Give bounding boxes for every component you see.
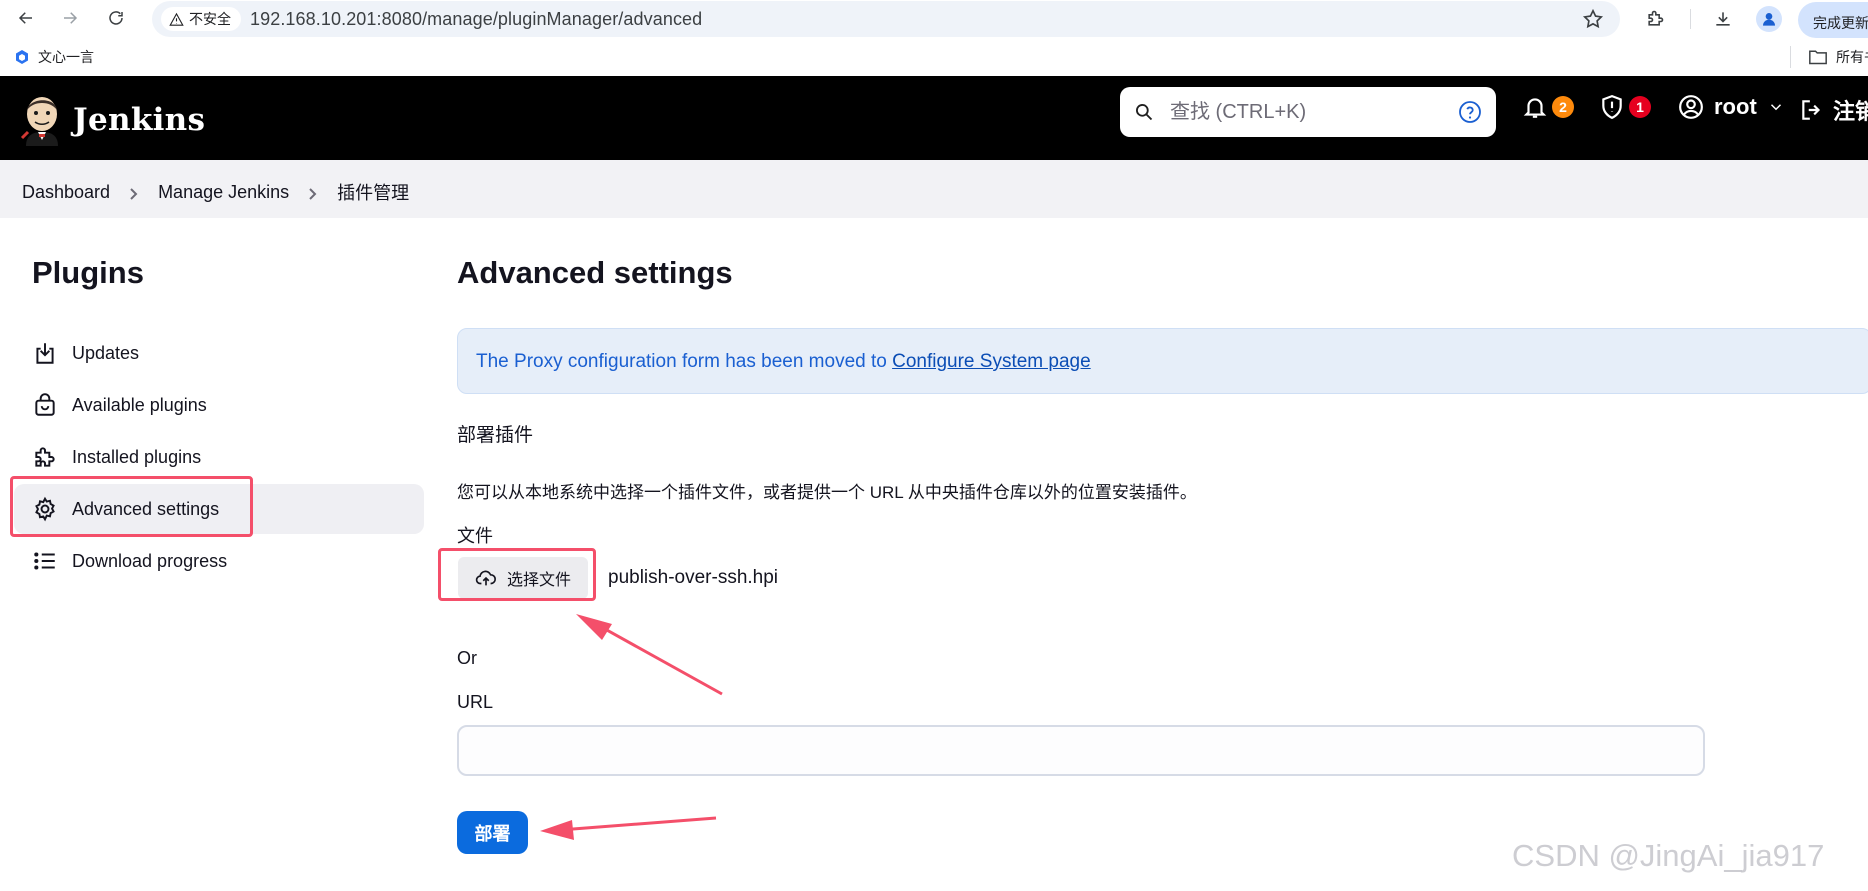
breadcrumb: Dashboard Manage Jenkins 插件管理 xyxy=(0,160,1868,218)
url-text[interactable]: 192.168.10.201:8080/manage/pluginManager… xyxy=(250,9,702,30)
forward-button[interactable] xyxy=(56,4,84,32)
sidebar-item-available-plugins[interactable]: Available plugins xyxy=(14,380,424,430)
bell-icon xyxy=(1523,98,1547,118)
sidebar-item-label: Available plugins xyxy=(72,394,207,415)
sidebar-item-label: Download progress xyxy=(72,550,228,571)
all-bookmarks-button[interactable]: 所有书签 xyxy=(1808,47,1868,67)
jenkins-butler-icon xyxy=(20,97,58,146)
address-bar[interactable]: 不安全 192.168.10.201:8080/manage/pluginMan… xyxy=(152,1,1620,37)
chevron-right-icon xyxy=(305,185,319,200)
url-input[interactable] xyxy=(457,725,1705,776)
help-icon xyxy=(1459,101,1481,123)
bookmark-star-button[interactable] xyxy=(1582,8,1604,30)
shield-alert-icon xyxy=(1602,95,1622,120)
watermark: CSDN @JingAi_jia917 xyxy=(1512,838,1825,873)
arrow-right-icon xyxy=(64,12,78,24)
notifications-badge: 2 xyxy=(1552,96,1574,118)
security-monitor-button[interactable]: 1 xyxy=(1599,94,1651,120)
puzzle-icon xyxy=(1648,10,1664,26)
cube-logo-icon xyxy=(16,50,28,64)
user-name: root xyxy=(1714,94,1757,119)
warning-icon xyxy=(169,12,184,26)
url-label: URL xyxy=(457,692,494,712)
file-label: 文件 xyxy=(457,526,493,546)
all-bookmarks-label: 所有书签 xyxy=(1836,49,1868,65)
logout-icon xyxy=(1802,100,1821,120)
update-button[interactable]: 完成更新 xyxy=(1798,2,1868,38)
reload-button[interactable] xyxy=(102,4,130,32)
back-button[interactable] xyxy=(12,4,40,32)
star-icon xyxy=(1582,8,1604,29)
security-label: 不安全 xyxy=(189,11,231,27)
extensions-button[interactable] xyxy=(1642,6,1668,32)
logout-label: 注销 xyxy=(1833,99,1868,124)
deploy-button[interactable]: 部署 xyxy=(457,811,528,854)
shopping-bag-icon xyxy=(32,392,58,418)
jenkins-logo[interactable] xyxy=(20,94,64,146)
chevron-down-icon xyxy=(1770,104,1781,111)
list-icon xyxy=(32,548,58,574)
bookmark-item[interactable]: 文心一言 xyxy=(14,47,94,67)
breadcrumb-manage-jenkins[interactable]: Manage Jenkins xyxy=(158,182,289,203)
sidebar-title: Plugins xyxy=(32,255,144,290)
download-icon xyxy=(32,340,58,366)
annotation-arrow-file xyxy=(576,614,723,696)
sidebar-item-installed-plugins[interactable]: Installed plugins xyxy=(14,432,424,482)
security-badge: 1 xyxy=(1629,96,1651,118)
bookmark-label: 文心一言 xyxy=(38,49,94,65)
search-input[interactable] xyxy=(1170,96,1440,128)
chevron-right-icon xyxy=(126,185,140,200)
search-box[interactable] xyxy=(1120,87,1496,137)
person-icon xyxy=(1763,13,1775,26)
arrow-left-icon xyxy=(18,12,32,24)
security-chip[interactable]: 不安全 xyxy=(161,7,241,31)
help-button[interactable] xyxy=(1458,100,1482,124)
bookmarks-divider xyxy=(1790,46,1791,68)
section-title: 部署插件 xyxy=(457,425,534,446)
annotation-arrow-deploy xyxy=(540,816,717,840)
breadcrumb-plugin-manager[interactable]: 插件管理 xyxy=(337,179,409,205)
notifications-button[interactable]: 2 xyxy=(1522,94,1574,120)
sidebar-item-label: Installed plugins xyxy=(72,446,202,467)
reload-icon xyxy=(109,11,123,25)
configure-system-link[interactable]: Configure System page xyxy=(892,351,1091,372)
bookmarks-bar: 文心一言 所有书签 xyxy=(0,38,1868,76)
jenkins-header: Jenkins 2 1 root 注销 xyxy=(0,76,1868,160)
jenkins-brand[interactable]: Jenkins xyxy=(73,102,205,138)
puzzle-icon xyxy=(32,444,58,470)
annotation-highlight-sidebar xyxy=(10,476,253,537)
logout-button[interactable]: 注销 xyxy=(1799,94,1868,126)
toolbar-divider xyxy=(1690,9,1691,29)
notice-text: The Proxy configuration form has been mo… xyxy=(476,351,893,372)
annotation-highlight-file xyxy=(438,548,596,601)
breadcrumb-dashboard[interactable]: Dashboard xyxy=(22,182,110,203)
search-icon xyxy=(1134,102,1154,122)
profile-button[interactable] xyxy=(1756,6,1782,32)
user-circle-icon xyxy=(1679,95,1703,119)
downloads-button[interactable] xyxy=(1710,6,1736,32)
download-icon xyxy=(1716,12,1730,26)
sidebar-item-download-progress[interactable]: Download progress xyxy=(14,536,424,586)
or-label: Or xyxy=(457,648,477,668)
browser-toolbar: 不安全 192.168.10.201:8080/manage/pluginMan… xyxy=(0,0,1868,38)
deploy-description: 您可以从本地系统中选择一个插件文件，或者提供一个 URL 从中央插件仓库以外的位… xyxy=(457,483,1197,502)
user-menu-button[interactable]: root xyxy=(1678,94,1785,120)
selected-file-name: publish-over-ssh.hpi xyxy=(608,567,779,588)
sidebar-item-updates[interactable]: Updates xyxy=(14,328,424,378)
folder-icon xyxy=(1809,50,1827,65)
page-title: Advanced settings xyxy=(457,255,733,290)
sidebar-item-label: Updates xyxy=(72,342,140,363)
proxy-notice: The Proxy configuration form has been mo… xyxy=(457,328,1868,394)
